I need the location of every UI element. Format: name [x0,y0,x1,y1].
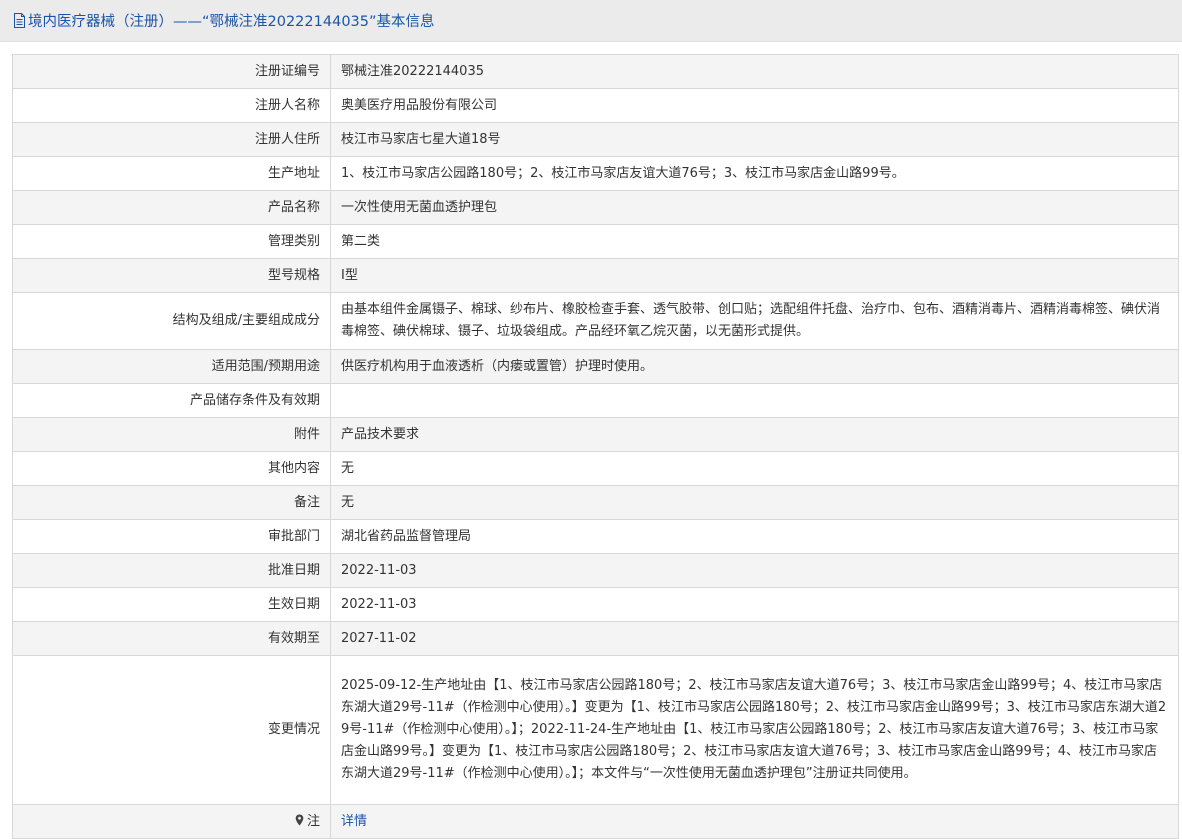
table-row: 其他内容 无 [12,451,1179,486]
page-header: 境内医疗器械（注册）——“鄂械注准20222144035”基本信息 [0,0,1182,42]
info-table: 注册证编号 鄂械注准20222144035 注册人名称 奥美医疗用品股份有限公司… [12,54,1179,839]
row-label: 适用范围/预期用途 [12,349,331,384]
table-row: 生效日期 2022-11-03 [12,587,1179,622]
table-row: 结构及组成/主要组成成分 由基本组件金属镊子、棉球、纱布片、橡胶检查手套、透气胶… [12,292,1179,350]
table-row: 有效期至 2027-11-02 [12,621,1179,656]
row-value: 供医疗机构用于血液透析（内瘘或置管）护理时使用。 [330,349,1179,384]
info-table-container: 注册证编号 鄂械注准20222144035 注册人名称 奥美医疗用品股份有限公司… [12,54,1179,839]
row-label: 备注 [12,485,331,520]
table-row: 产品储存条件及有效期 [12,383,1179,418]
table-row: 产品名称 一次性使用无菌血透护理包 [12,190,1179,225]
row-label: 结构及组成/主要组成成分 [12,292,331,350]
row-value: 鄂械注准20222144035 [330,54,1179,89]
table-row: 备注 无 [12,485,1179,520]
row-value: 无 [330,485,1179,520]
row-label: 生产地址 [12,156,331,191]
row-value: Ⅰ型 [330,258,1179,293]
table-row: 审批部门 湖北省药品监督管理局 [12,519,1179,554]
note-row: 注 详情 [12,804,1179,839]
row-value: 2027-11-02 [330,621,1179,656]
row-value: 无 [330,451,1179,486]
table-row: 注册证编号 鄂械注准20222144035 [12,54,1179,89]
table-row: 变更情况 2025-09-12-生产地址由【1、枝江市马家店公园路180号；2、… [12,655,1179,805]
table-row: 生产地址 1、枝江市马家店公园路180号；2、枝江市马家店友谊大道76号；3、枝… [12,156,1179,191]
row-value: 由基本组件金属镊子、棉球、纱布片、橡胶检查手套、透气胶带、创口贴；选配组件托盘、… [330,292,1179,350]
table-row: 附件 产品技术要求 [12,417,1179,452]
row-label: 其他内容 [12,451,331,486]
table-row: 批准日期 2022-11-03 [12,553,1179,588]
row-value: 枝江市马家店七星大道18号 [330,122,1179,157]
row-label: 注册人住所 [12,122,331,157]
location-pin-icon [295,814,304,825]
row-value: 奥美医疗用品股份有限公司 [330,88,1179,123]
row-value: 湖北省药品监督管理局 [330,519,1179,554]
note-label: 注 [306,813,320,829]
note-label-cell: 注 [12,804,331,839]
row-value: 产品技术要求 [330,417,1179,452]
row-value: 2022-11-03 [330,587,1179,622]
page-title: 境内医疗器械（注册）——“鄂械注准20222144035”基本信息 [28,14,435,30]
row-label: 审批部门 [12,519,331,554]
row-label: 生效日期 [12,587,331,622]
row-value: 2025-09-12-生产地址由【1、枝江市马家店公园路180号；2、枝江市马家… [330,655,1179,805]
row-value: 2022-11-03 [330,553,1179,588]
row-label: 注册人名称 [12,88,331,123]
row-label: 有效期至 [12,621,331,656]
row-value: 第二类 [330,224,1179,259]
table-row: 型号规格 Ⅰ型 [12,258,1179,293]
table-row: 适用范围/预期用途 供医疗机构用于血液透析（内瘘或置管）护理时使用。 [12,349,1179,384]
row-label: 管理类别 [12,224,331,259]
row-value: 一次性使用无菌血透护理包 [330,190,1179,225]
table-row: 管理类别 第二类 [12,224,1179,259]
row-value [330,383,1179,418]
row-label: 批准日期 [12,553,331,588]
document-icon [14,13,25,28]
row-label: 产品储存条件及有效期 [12,383,331,418]
row-label: 型号规格 [12,258,331,293]
row-label: 注册证编号 [12,54,331,89]
note-value-cell: 详情 [330,804,1179,839]
table-row: 注册人名称 奥美医疗用品股份有限公司 [12,88,1179,123]
row-label: 附件 [12,417,331,452]
details-link[interactable]: 详情 [341,814,367,829]
row-label: 变更情况 [12,655,331,805]
row-label: 产品名称 [12,190,331,225]
table-row: 注册人住所 枝江市马家店七星大道18号 [12,122,1179,157]
row-value: 1、枝江市马家店公园路180号；2、枝江市马家店友谊大道76号；3、枝江市马家店… [330,156,1179,191]
